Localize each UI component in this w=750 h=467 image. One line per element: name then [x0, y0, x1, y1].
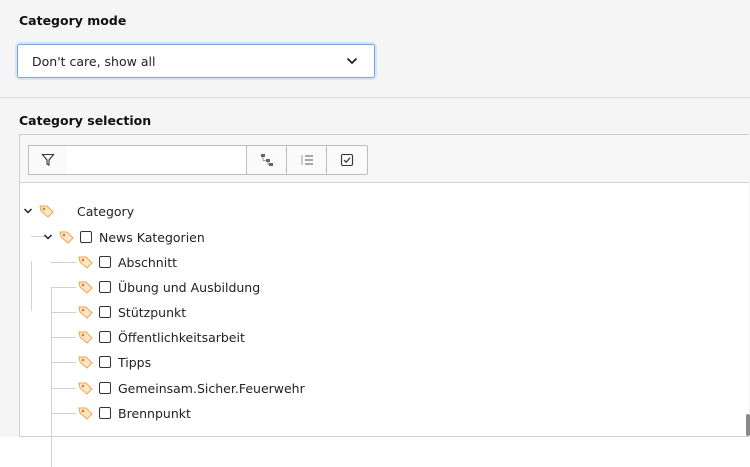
tree-node-gemeinsam-sicher-feuerwehr[interactable]: Gemeinsam.Sicher.Feuerwehr	[78, 378, 305, 398]
tree-node-news-kategorien[interactable]: News Kategorien	[43, 227, 205, 247]
tree-connector	[51, 362, 76, 363]
tree-node-label: Category	[77, 203, 135, 219]
filter-button[interactable]	[28, 145, 68, 175]
tree-node-root[interactable]: Category	[23, 201, 134, 221]
category-tag-icon	[78, 382, 93, 395]
tree-node-checkbox[interactable]	[80, 231, 92, 243]
tree-node-checkbox[interactable]	[99, 281, 111, 293]
expand-list-icon	[301, 155, 313, 165]
category-selection-section: Category selection Category News Kategor…	[0, 98, 750, 467]
tree-node-label: Brennpunkt	[118, 405, 191, 421]
tree-connector	[51, 388, 76, 389]
category-tag-icon	[78, 331, 93, 344]
tree-node-label: Übung und Ausbildung	[118, 279, 261, 295]
tree-node-label: Tipps	[118, 354, 152, 370]
tree-scrollbar[interactable]	[746, 414, 750, 436]
category-mode-title: Category mode	[19, 13, 127, 28]
tree-search-field[interactable]	[67, 145, 258, 175]
tree-connector	[51, 287, 52, 467]
tree-toolbar	[20, 135, 749, 183]
tree-node-label: Öffentlichkeitsarbeit	[118, 329, 245, 345]
collapse-tree-icon	[260, 154, 273, 166]
tree-node-oeffentlichkeitsarbeit[interactable]: Öffentlichkeitsarbeit	[78, 327, 245, 347]
tree-node-checkbox[interactable]	[99, 256, 111, 268]
category-mode-select[interactable]: Don't care, show all	[17, 44, 375, 78]
tree-connector	[51, 287, 76, 288]
collapse-tree-button[interactable]	[246, 145, 287, 175]
tree-node-checkbox[interactable]	[99, 306, 111, 318]
category-tree-panel: Category News Kategorien Abschnitt Übung…	[19, 134, 749, 467]
tree-node-checkbox[interactable]	[99, 356, 111, 368]
check-all-button[interactable]	[326, 145, 368, 175]
filter-icon	[41, 153, 55, 166]
tree-node-label: Gemeinsam.Sicher.Feuerwehr	[118, 380, 305, 396]
tree-connector	[31, 261, 32, 311]
category-tag-icon	[39, 205, 54, 218]
category-tag-icon	[59, 231, 74, 244]
tree-connector	[51, 312, 76, 313]
tree-node-checkbox[interactable]	[99, 382, 111, 394]
check-all-icon	[340, 153, 354, 167]
tree-node-label: Stützpunkt	[118, 304, 187, 320]
chevron-down-icon	[346, 57, 358, 65]
tree-node-uebung-und-ausbildung[interactable]: Übung und Ausbildung	[78, 277, 260, 297]
tree-node-checkbox[interactable]	[99, 407, 111, 419]
tree-node-stuetzpunkt[interactable]: Stützpunkt	[78, 302, 186, 322]
tree-connector	[51, 337, 76, 338]
tree-node-tipps[interactable]: Tipps	[78, 352, 151, 372]
chevron-down-icon[interactable]	[43, 232, 53, 242]
tree-node-abschnitt[interactable]: Abschnitt	[78, 252, 177, 272]
category-tag-icon	[78, 356, 93, 369]
category-tag-icon	[78, 256, 93, 269]
category-mode-select-value: Don't care, show all	[32, 54, 156, 69]
tree-search-input[interactable]	[67, 146, 257, 174]
category-tag-icon	[78, 306, 93, 319]
chevron-down-icon[interactable]	[23, 206, 33, 216]
tree-node-label: News Kategorien	[99, 229, 205, 245]
category-tag-icon	[78, 407, 93, 420]
category-tag-icon	[78, 281, 93, 294]
expand-list-button[interactable]	[286, 145, 327, 175]
category-selection-title: Category selection	[19, 113, 152, 128]
tree-node-brennpunkt[interactable]: Brennpunkt	[78, 403, 191, 423]
tree-connector	[51, 262, 76, 263]
tree-node-checkbox[interactable]	[99, 331, 111, 343]
category-mode-section: Category mode Don't care, show all	[0, 0, 750, 97]
tree-node-label: Abschnitt	[118, 254, 177, 270]
tree-connector	[51, 413, 76, 414]
